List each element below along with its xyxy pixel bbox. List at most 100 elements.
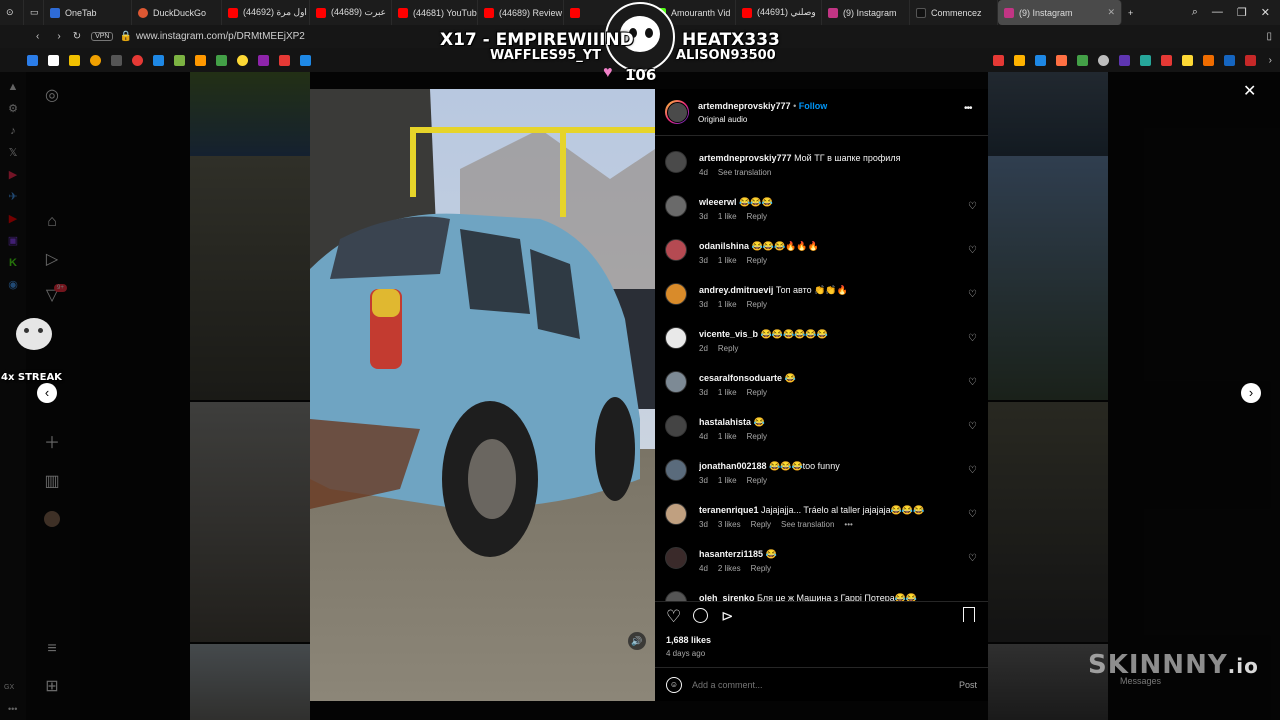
tab-youtube-2[interactable]: (44689) عبرت	[310, 0, 392, 25]
bookmark-icon[interactable]	[216, 54, 227, 66]
comment-likes[interactable]: 1 like	[718, 300, 737, 309]
bookmark-icon[interactable]	[237, 54, 248, 66]
tab-youtube-3[interactable]: (44681) YouTube	[392, 0, 478, 25]
tab-workspaces-icon[interactable]: ▭	[24, 0, 44, 25]
reply-button[interactable]: Reply	[747, 388, 767, 397]
reply-button[interactable]: Reply	[747, 300, 767, 309]
comment-username[interactable]: andrey.dmitruevij	[699, 285, 773, 295]
comment-age[interactable]: 3d	[699, 476, 708, 485]
bookmark-icon[interactable]	[174, 54, 185, 66]
sidebar-toggle-icon[interactable]: ▯	[1266, 31, 1272, 42]
bookmark-icon[interactable]	[69, 54, 80, 66]
comment-username[interactable]: hasanterzi1185	[699, 549, 763, 559]
bookmark-icon[interactable]	[1223, 54, 1235, 66]
tab-onetab[interactable]: OneTab	[44, 0, 132, 25]
comment-likes[interactable]: 1 like	[718, 476, 737, 485]
restore-icon[interactable]: ❐	[1237, 6, 1247, 19]
bookmark-icon[interactable]	[279, 54, 290, 66]
like-icon[interactable]: ♡	[666, 607, 681, 627]
caption-avatar[interactable]	[665, 151, 687, 173]
reply-button[interactable]: Reply	[718, 344, 738, 353]
comment-age[interactable]: 3d	[699, 212, 708, 221]
emoji-icon[interactable]: ☺	[666, 677, 682, 693]
comment-age[interactable]: 2d	[699, 344, 708, 353]
post-comment-button[interactable]: Post	[959, 680, 977, 690]
bookmark-icon[interactable]	[300, 54, 311, 66]
comment-username[interactable]: wleeerwl	[699, 197, 737, 207]
reply-button[interactable]: Reply	[751, 564, 771, 573]
bookmarks-overflow-icon[interactable]: ›	[1269, 55, 1272, 66]
bookmark-icon[interactable]	[48, 54, 59, 66]
see-translation-link[interactable]: See translation	[718, 168, 771, 177]
like-comment-icon[interactable]: ♡	[968, 289, 977, 300]
like-comment-icon[interactable]: ♡	[968, 465, 977, 476]
tab-youtube-1[interactable]: (44692) اول مرة	[222, 0, 310, 25]
comment-age[interactable]: 3d	[699, 300, 708, 309]
see-translation-link[interactable]: See translation	[781, 520, 834, 529]
tab-instagram-1[interactable]: (9) Instagram	[822, 0, 910, 25]
forward-icon[interactable]: ›	[57, 31, 60, 42]
bookmark-icon[interactable]	[1097, 54, 1109, 66]
bookmark-icon[interactable]	[111, 54, 122, 66]
comment-likes[interactable]: 2 likes	[718, 564, 741, 573]
bookmark-icon[interactable]	[90, 54, 101, 66]
comment-username[interactable]: cesaralfonsoduarte	[699, 373, 782, 383]
comment-avatar[interactable]	[665, 547, 687, 569]
like-comment-icon[interactable]: ♡	[968, 509, 977, 520]
mute-icon[interactable]: 🔊	[628, 632, 646, 650]
comment-avatar[interactable]	[665, 283, 687, 305]
comment-avatar[interactable]	[665, 195, 687, 217]
next-post-button[interactable]: ›	[1241, 383, 1261, 403]
author-username[interactable]: artemdneprovskiy777	[698, 101, 791, 111]
close-tab-icon[interactable]: ✕	[1107, 7, 1115, 18]
comment-username[interactable]: hastalahista	[699, 417, 751, 427]
reply-button[interactable]: Reply	[747, 476, 767, 485]
like-comment-icon[interactable]: ♡	[968, 377, 977, 388]
reply-button[interactable]: Reply	[747, 432, 767, 441]
reply-button[interactable]: Reply	[747, 256, 767, 265]
like-comment-icon[interactable]: ♡	[968, 333, 977, 344]
comment-likes[interactable]: 1 like	[718, 432, 737, 441]
search-icon[interactable]: ⌕	[1192, 6, 1198, 19]
comment-likes[interactable]: 1 like	[718, 256, 737, 265]
bookmark-icon[interactable]	[1076, 54, 1088, 66]
reload-icon[interactable]: ↻	[73, 31, 81, 42]
close-window-icon[interactable]: ✕	[1261, 6, 1270, 19]
comment-avatar[interactable]	[665, 327, 687, 349]
tab-duckduckgo[interactable]: DuckDuckGo	[132, 0, 222, 25]
comment-age[interactable]: 3d	[699, 256, 708, 265]
bookmark-icon[interactable]	[1139, 54, 1151, 66]
share-icon[interactable]: ⊳	[721, 607, 734, 625]
bookmark-icon[interactable]	[195, 54, 206, 66]
tab-youtube-4[interactable]: (44689) Review	[478, 0, 564, 25]
vpn-badge[interactable]: VPN	[91, 32, 114, 41]
browser-menu-icon[interactable]: ⊙	[0, 0, 24, 25]
comment-more-icon[interactable]: •••	[844, 520, 852, 529]
comment-avatar[interactable]	[665, 503, 687, 525]
comment-avatar[interactable]	[665, 459, 687, 481]
bookmark-icon[interactable]	[1055, 54, 1067, 66]
close-modal-icon[interactable]: ✕	[1243, 81, 1256, 101]
likes-count[interactable]: 1,688 likes	[666, 635, 711, 645]
like-comment-icon[interactable]: ♡	[968, 421, 977, 432]
bookmark-icon[interactable]	[258, 54, 269, 66]
minimize-icon[interactable]: —	[1212, 6, 1223, 19]
bookmark-icon[interactable]	[27, 54, 38, 66]
tab-instagram-active[interactable]: (9) Instagram ✕	[998, 0, 1122, 25]
comment-age[interactable]: 4d	[699, 432, 708, 441]
reply-button[interactable]: Reply	[747, 212, 767, 221]
messages-label[interactable]: Messages	[1120, 676, 1161, 686]
comment-username[interactable]: jonathan002188	[699, 461, 767, 471]
comment-avatar[interactable]	[665, 371, 687, 393]
comment-username[interactable]: teranenrique1	[699, 505, 759, 515]
comment-username[interactable]: oleh_sirenko	[699, 593, 755, 601]
tab-youtube-5[interactable]: (44691) وصلني	[736, 0, 822, 25]
comment-avatar[interactable]	[665, 415, 687, 437]
comment-username[interactable]: vicente_vis_b	[699, 329, 758, 339]
comment-likes[interactable]: 3 likes	[718, 520, 741, 529]
reply-button[interactable]: Reply	[751, 520, 771, 529]
caption-age[interactable]: 4d	[699, 168, 708, 177]
bookmark-icon[interactable]	[132, 54, 143, 66]
tab-tiktok[interactable]: Commencez	[910, 0, 998, 25]
previous-post-button[interactable]: ‹	[37, 383, 57, 403]
